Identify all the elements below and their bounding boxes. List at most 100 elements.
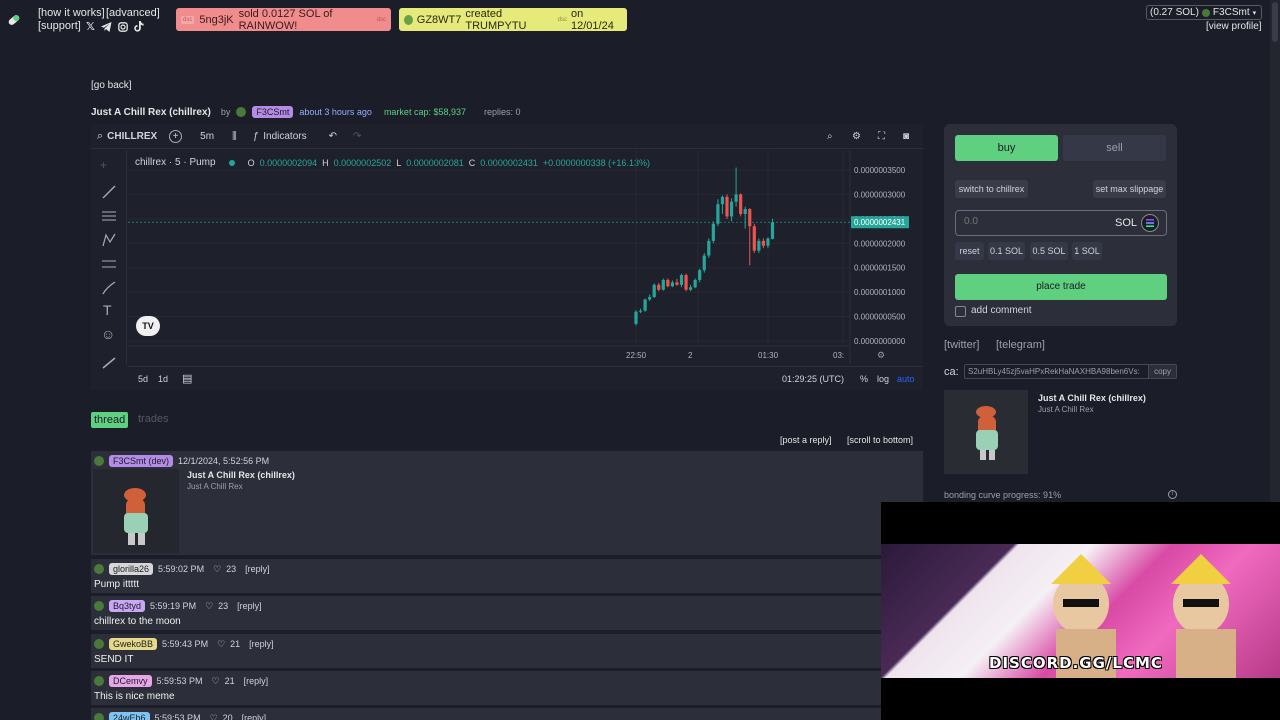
reply-user-badge[interactable]: DCemvy (109, 675, 152, 687)
candle[interactable] (743, 206, 747, 229)
candle[interactable] (684, 273, 688, 292)
wallet-button[interactable]: (0.27 SOL) F3CSmt ▾ (1146, 5, 1262, 20)
info-icon[interactable]: i (1168, 490, 1177, 499)
gear-icon[interactable]: ⚙ (852, 131, 861, 142)
redo-icon[interactable]: ↷ (353, 131, 361, 142)
fib-icon[interactable] (101, 208, 117, 224)
candle[interactable] (693, 278, 697, 289)
candle[interactable] (638, 308, 643, 314)
ticker-user[interactable]: GZ8WT7 (417, 14, 462, 26)
axis-settings-icon[interactable]: ⚙ (877, 350, 885, 360)
brush-icon[interactable] (101, 280, 117, 296)
tab-thread[interactable]: thread (91, 412, 129, 428)
post-reply-link[interactable]: [post a reply] (780, 435, 832, 445)
creator-badge[interactable]: F3CSmt (252, 106, 294, 118)
tradingview-logo[interactable]: TV (136, 316, 160, 336)
candle[interactable] (634, 310, 638, 326)
candle[interactable] (698, 268, 702, 283)
place-trade-button[interactable]: place trade (955, 274, 1167, 300)
function-icon[interactable]: ƒ (253, 131, 259, 142)
reply-link[interactable]: [reply] (249, 639, 274, 649)
reply-user-badge[interactable]: Bq3tyd (109, 600, 146, 612)
candle[interactable] (725, 194, 729, 219)
buy-tab[interactable]: buy (955, 135, 1058, 161)
contract-address[interactable]: S2uHBLy45zj5vaHPxRekHaNAXHBA98ben6Vs: co… (964, 364, 1177, 379)
candle[interactable] (757, 238, 761, 254)
candle[interactable] (689, 284, 693, 292)
chart-search-icon[interactable]: ⌕ (827, 131, 833, 142)
candle[interactable] (643, 298, 647, 312)
text-tool-icon[interactable]: T (103, 302, 112, 318)
search-icon[interactable]: ⌕ (97, 130, 103, 143)
candle[interactable] (761, 238, 765, 249)
telegram-icon[interactable] (100, 21, 112, 32)
view-profile-link[interactable]: [view profile] (1206, 21, 1262, 32)
candle[interactable] (748, 208, 752, 266)
instagram-icon[interactable] (118, 21, 128, 32)
candle[interactable] (666, 278, 670, 288)
support-link[interactable]: [support] (38, 20, 81, 32)
ticker-sell[interactable]: dsc 5ng3jK sold 0.0127 SOL of RAINWOW! d… (176, 8, 391, 32)
reply-user-badge[interactable]: glorilla26 (109, 563, 154, 575)
candle[interactable] (711, 221, 715, 244)
advanced-link[interactable]: [advanced] (106, 7, 160, 19)
date-range-icon[interactable]: ▤ (182, 372, 192, 385)
candle[interactable] (766, 237, 770, 249)
heart-icon[interactable]: ♡ (217, 639, 225, 650)
telegram-link[interactable]: [telegram] (996, 339, 1045, 351)
copy-button[interactable]: copy (1148, 365, 1176, 378)
how-it-works-link[interactable]: [how it works] (38, 7, 105, 19)
range-1d[interactable]: 1d (158, 374, 168, 384)
candle[interactable] (729, 198, 734, 222)
camera-icon[interactable]: ◙ (903, 131, 909, 142)
add-symbol-icon[interactable]: + (169, 129, 183, 143)
tab-trades[interactable]: trades (138, 413, 169, 425)
op-user-badge[interactable]: F3CSmt (dev) (109, 455, 174, 467)
amount-field[interactable]: SOL (955, 210, 1167, 236)
trendline-icon[interactable] (101, 184, 117, 200)
candle-type-icon[interactable]: ⫼ (232, 131, 237, 142)
sell-tab[interactable]: sell (1063, 135, 1166, 161)
scroll-bottom-link[interactable]: [scroll to bottom] (847, 435, 913, 445)
preset-reset[interactable]: reset (955, 242, 984, 260)
indicators-button[interactable]: Indicators (263, 131, 306, 142)
preset-1[interactable]: 1 SOL (1072, 242, 1102, 260)
heart-icon[interactable]: ♡ (213, 564, 221, 575)
candle[interactable] (734, 167, 738, 207)
candle[interactable] (670, 280, 674, 288)
percent-toggle[interactable]: % (860, 374, 868, 384)
reply-link[interactable]: [reply] (244, 676, 269, 686)
candle[interactable] (675, 278, 679, 286)
pill-logo-icon[interactable] (6, 12, 22, 28)
candle[interactable] (702, 253, 706, 273)
heart-icon[interactable]: ♡ (212, 676, 220, 687)
ticker-create[interactable]: GZ8WT7 created TRUMPYTU dsc on 12/01/24 (399, 8, 627, 32)
ticker-user[interactable]: 5ng3jK (199, 14, 233, 26)
reply-link[interactable]: [reply] (245, 564, 270, 574)
reply-link[interactable]: [reply] (237, 601, 262, 611)
reply-user-badge[interactable]: 24wEb6 (109, 712, 150, 720)
slippage-button[interactable]: set max slippage (1093, 180, 1166, 198)
candle[interactable] (707, 238, 711, 258)
coin-card[interactable]: Just A Chill Rex (chillrex) Just A Chill… (944, 390, 1177, 475)
auto-toggle[interactable]: auto (897, 374, 915, 384)
twitter-link[interactable]: [twitter] (944, 339, 979, 351)
candle[interactable] (657, 282, 661, 292)
candle[interactable] (661, 278, 665, 291)
candlestick-chart[interactable]: 0.00000035000.00000030000.00000025000.00… (128, 150, 923, 364)
heart-icon[interactable]: ♡ (210, 713, 218, 720)
go-back-link[interactable]: [go back] (91, 80, 132, 91)
amount-input[interactable] (964, 216, 1094, 227)
crosshair-icon[interactable]: + (100, 158, 107, 172)
add-comment-label[interactable]: add comment (971, 305, 1032, 316)
reply-link[interactable]: [reply] (242, 713, 267, 720)
interval-button[interactable]: 5m (200, 131, 214, 142)
heart-icon[interactable]: ♡ (205, 601, 213, 612)
candle[interactable] (752, 223, 756, 254)
switch-token-button[interactable]: switch to chillrex (955, 180, 1028, 198)
x-icon[interactable]: 𝕏 (86, 20, 95, 33)
candle[interactable] (679, 273, 684, 288)
candle[interactable] (720, 195, 725, 214)
tiktok-icon[interactable] (134, 21, 144, 32)
emoji-icon[interactable]: ☺ (101, 326, 115, 342)
